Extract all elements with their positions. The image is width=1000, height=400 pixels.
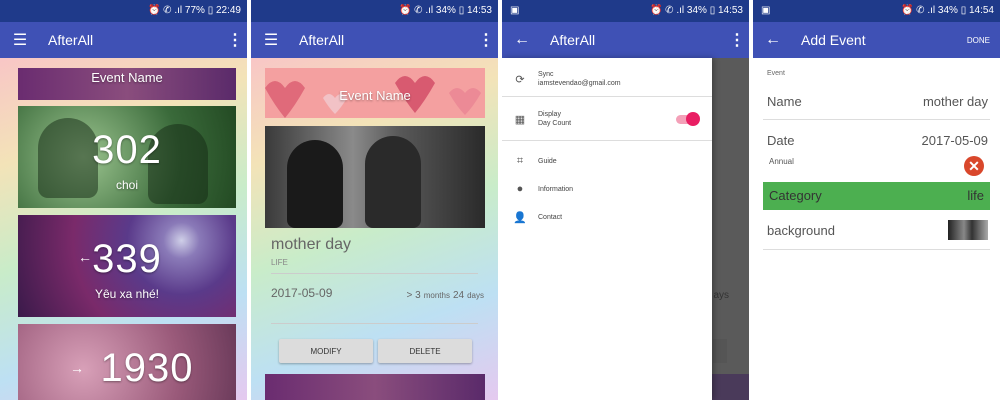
status-bar: ⏰ ✆ .ıl 77% ▯ 22:49	[0, 0, 247, 22]
divider	[763, 249, 990, 250]
app-bar: ← Add Event DONE	[753, 22, 1000, 58]
event-card[interactable]	[265, 374, 485, 400]
section-label: Event	[767, 70, 785, 77]
status-icons: ⏰ ✆ .ıl 34% ▯ 14:54	[900, 5, 994, 16]
category-row[interactable]: Category life	[763, 182, 990, 210]
status-bar: ▣ ⏰ ✆ .ıl 34% ▯ 14:53	[502, 0, 749, 22]
duration-prefix: > 3	[406, 290, 421, 301]
status-icons: ⏰ ✆ .ıl 34% ▯ 14:53	[398, 5, 492, 16]
date-row[interactable]: Date 2017-05-09	[767, 131, 988, 149]
name-label: Name	[767, 93, 802, 109]
display-label: Display	[538, 111, 561, 118]
daycount-toggle[interactable]	[676, 112, 700, 126]
day-count: 1930	[100, 346, 194, 390]
calendar-icon: ▦	[514, 113, 526, 126]
date-value: 2017-05-09	[921, 132, 989, 148]
notification-icon: ▣	[510, 5, 520, 16]
drawer-item-contact[interactable]: 👤 Contact	[502, 206, 712, 228]
phone-screen-4: ▣ ⏰ ✆ .ıl 34% ▯ 14:54 ← Add Event DONE E…	[753, 0, 1000, 400]
status-icons: ⏰ ✆ .ıl 77% ▯ 22:49	[147, 5, 241, 16]
modify-button[interactable]: MODIFY	[279, 339, 373, 363]
photo-figure	[365, 136, 421, 228]
app-title: AfterAll	[550, 32, 596, 48]
event-label: choi	[115, 178, 138, 192]
event-card[interactable]: ← 339 Yêu xa nhé!	[18, 215, 236, 317]
date-label: Date	[767, 132, 795, 148]
behind-text: ays	[713, 290, 729, 301]
drawer-item-display[interactable]: ▦ Display Day Count	[502, 102, 712, 136]
category-label: Category	[769, 188, 822, 203]
back-arrow-icon[interactable]: ←	[502, 31, 542, 49]
overflow-menu-icon[interactable]: ⋮	[223, 30, 247, 50]
overflow-menu-icon[interactable]: ⋮	[725, 30, 749, 50]
event-label: Yêu xa nhé!	[94, 287, 160, 301]
done-button[interactable]: DONE	[967, 36, 1000, 45]
annual-label: Annual	[769, 157, 794, 166]
status-bar: ⏰ ✆ .ıl 34% ▯ 14:53	[251, 0, 498, 22]
screen-title: Add Event	[801, 32, 866, 48]
divider	[271, 323, 478, 324]
duration-months: months	[423, 291, 450, 300]
app-bar: ☰ AfterAll ⋮	[251, 22, 498, 58]
duration-days: days	[467, 291, 484, 300]
behind-card	[712, 374, 749, 400]
drawer-item-guide[interactable]: ⌗ Guide	[502, 150, 712, 172]
event-card[interactable]: Event Name	[18, 68, 236, 100]
app-bar: ← AfterAll ⋮	[502, 22, 749, 58]
back-arrow-icon[interactable]: ←	[753, 31, 793, 49]
day-count: 302	[92, 128, 162, 172]
drawer-item-sync[interactable]: ⟳ Sync iamstevendao@gmail.com	[502, 62, 712, 96]
event-category: LIFE	[271, 258, 288, 267]
notification-icon: ▣	[761, 5, 771, 16]
duration-days-num: 24	[452, 290, 465, 301]
guide-label: Guide	[538, 157, 557, 165]
hamburger-menu-icon[interactable]: ☰	[0, 30, 40, 50]
name-row[interactable]: Name mother day	[767, 92, 988, 110]
status-icons: ⏰ ✆ .ıl 34% ▯ 14:53	[649, 5, 743, 16]
day-count: 339	[92, 237, 162, 281]
sync-label: Sync	[538, 71, 554, 78]
event-date: 2017-05-09	[271, 286, 333, 300]
phone-screen-1: ⏰ ✆ .ıl 77% ▯ 22:49 ☰ AfterAll ⋮ Event N…	[0, 0, 247, 400]
contact-label: Contact	[538, 213, 563, 221]
divider	[502, 96, 712, 97]
event-card[interactable]: Event Name	[265, 68, 485, 118]
event-photo	[265, 126, 485, 228]
divider	[502, 140, 712, 141]
daycount-label: Day Count	[538, 120, 572, 127]
event-card[interactable]: 302 choi	[18, 106, 236, 208]
background-row[interactable]: background	[767, 220, 988, 240]
crop-icon: ⌗	[516, 154, 524, 167]
divider	[763, 119, 990, 120]
event-card[interactable]: → 1930	[18, 324, 236, 400]
event-name: Event Name	[91, 70, 163, 85]
sync-email: iamstevendao@gmail.com	[538, 80, 621, 87]
category-value: life	[967, 188, 984, 203]
app-title: AfterAll	[299, 32, 345, 48]
app-bar: ☰ AfterAll ⋮	[0, 22, 247, 58]
phone-screen-3: ▣ ⏰ ✆ .ıl 34% ▯ 14:53 ← AfterAll ⋮ ays ⟳…	[502, 0, 749, 400]
name-value: mother day	[922, 93, 988, 109]
status-bar: ▣ ⏰ ✆ .ıl 34% ▯ 14:54	[753, 0, 1000, 22]
information-label: Information	[538, 185, 574, 193]
duration: > 3 months 24 days	[407, 290, 484, 301]
divider	[271, 273, 478, 274]
phone-screen-2: ⏰ ✆ .ıl 34% ▯ 14:53 ☰ AfterAll ⋮ Event N…	[251, 0, 498, 400]
hamburger-menu-icon[interactable]: ☰	[251, 30, 291, 50]
annual-cancel-icon[interactable]: ✕	[964, 156, 984, 176]
background-thumbnail[interactable]	[948, 220, 988, 240]
app-title: AfterAll	[48, 32, 94, 48]
info-icon: ●	[516, 183, 524, 195]
overflow-menu-icon[interactable]: ⋮	[474, 30, 498, 50]
event-name: Event Name	[339, 88, 411, 103]
delete-button[interactable]: DELETE	[378, 339, 472, 363]
person-icon: 👤	[513, 211, 527, 224]
drawer-item-information[interactable]: ● Information	[502, 178, 712, 200]
background-label: background	[767, 222, 835, 238]
behind-button	[713, 339, 727, 363]
photo-figure	[287, 140, 343, 228]
event-name-heading: mother day	[271, 236, 352, 253]
sync-icon: ⟳	[515, 73, 525, 86]
navigation-drawer: ⟳ Sync iamstevendao@gmail.com ▦ Display …	[502, 58, 712, 400]
